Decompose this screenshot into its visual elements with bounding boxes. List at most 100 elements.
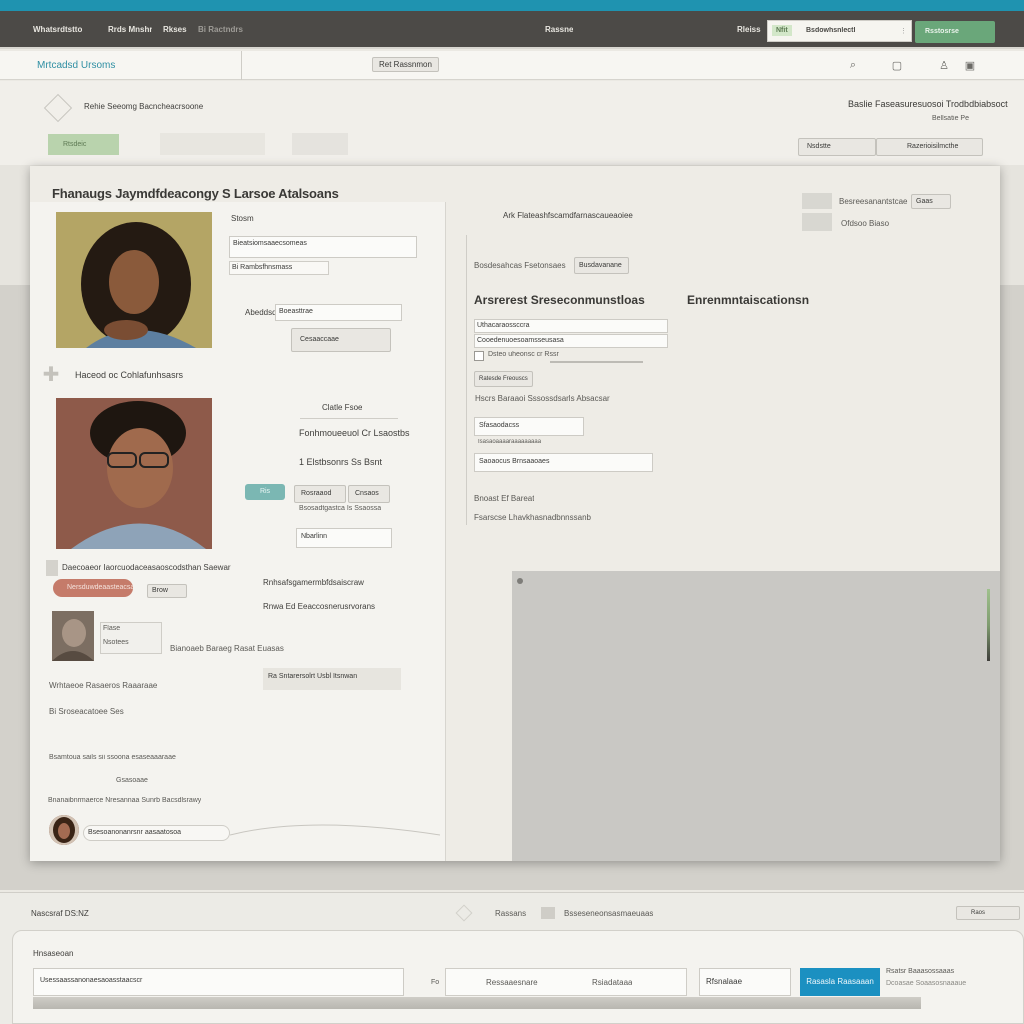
search-tag: Nfit xyxy=(772,25,792,36)
profile1-row-input[interactable]: Boeasttrae xyxy=(275,304,402,321)
tab-active[interactable]: Ret Rassnmon xyxy=(372,57,439,72)
footer-mid-label: Fo xyxy=(431,979,440,986)
footer-crumb-1[interactable]: Rassans xyxy=(495,909,526,918)
profile1-field-2[interactable]: Bi Rambsfhnsmass xyxy=(229,261,329,275)
mid-field-1[interactable]: Uthacaraossccra xyxy=(474,319,668,333)
divider xyxy=(300,418,398,419)
mid-label-b: Fsarscse Lhavkhasnadbnnssanb xyxy=(474,513,591,522)
footer-card-title: Hnsaseoan xyxy=(33,949,74,958)
settings-icon[interactable]: ▣ xyxy=(962,57,978,73)
footer-input[interactable]: Usessaassanonaesaoasstaacscr xyxy=(33,968,404,996)
header-button-b[interactable]: Razerioisilmcthe xyxy=(876,138,983,156)
mid-field-4[interactable]: Saoaocus Brnsaaoaes xyxy=(474,453,653,472)
lower-line-1: Daecoaeor Iaorcuodaceasaoscodsthan Saewa… xyxy=(62,563,231,572)
horizontal-scrollbar[interactable] xyxy=(33,997,921,1009)
menu-item-2[interactable]: Rkses xyxy=(163,25,187,34)
mid-title: Ark Flateashfscamdfarnascaueaoiee xyxy=(503,211,633,220)
mid-field-2[interactable]: Cooedenuoesoamsseusasa xyxy=(474,334,668,348)
menu-item-3[interactable]: Bi Ractndrs xyxy=(198,25,243,34)
secondary-nav-bar: Mrtcadsd Ursoms Ret Rassnmon ⌕ ▢ ♙ ▣ xyxy=(0,51,1024,80)
mini-card-tag-2: Nsotees xyxy=(103,639,129,646)
profile-photo-2 xyxy=(56,398,212,549)
mid-heading-2: Enrenmntaiscationsn xyxy=(687,293,810,307)
mini-card[interactable]: Flase Nsotees xyxy=(100,622,162,654)
top-app-bar: Whatsrdtstto Rrds Mnshr Rkses Bi Ractndr… xyxy=(0,11,1024,49)
profile2-line-1: Fonhmoueeuol Cr Lsaostbs xyxy=(299,428,410,438)
scrollbar[interactable] xyxy=(987,589,990,661)
mid-field-3[interactable]: Sfasaodacss xyxy=(474,417,584,436)
lower-tag[interactable]: Brow xyxy=(147,584,187,598)
avatar-label[interactable]: Bsesoanonanrsnr aasaatosoa xyxy=(83,825,230,841)
lower-badge[interactable]: Ra Sntarersolrt Usbl Itsnwan xyxy=(263,668,401,690)
page-header: Rehie Seeomg Bacncheacrsoone Rtsdeic Bas… xyxy=(0,81,1024,165)
lower-item-2: Bi Sroseacatoee Ses xyxy=(49,707,124,716)
profile2-chip-2[interactable]: Cnsaos xyxy=(348,485,390,503)
mid-heading: Arsrerest Sreseconmunstloas xyxy=(474,293,645,307)
footer-box-c[interactable]: Rfsnalaae xyxy=(699,968,791,996)
profile2-tag[interactable]: Ris xyxy=(245,484,285,500)
profile2-chip-1[interactable]: Rosraaod xyxy=(294,485,346,503)
profile1-field-1[interactable]: Bieatsiomsaaecsomeas xyxy=(229,236,417,258)
profile2-field[interactable]: Nbarlinn xyxy=(296,528,392,548)
plus-icon[interactable]: ✚ xyxy=(38,356,64,392)
menu-item-1[interactable]: Rrds Mnshr xyxy=(108,25,152,34)
crumb-separator-icon xyxy=(541,907,555,919)
mid-chip-a[interactable]: Bosdesahcas Fsetonsaes xyxy=(474,261,566,270)
slider-track[interactable] xyxy=(550,361,643,363)
lower-item-1: Wrhtaeoe Rasaeros Raaaraae xyxy=(49,681,158,690)
profile1-label: Stosm xyxy=(231,214,254,223)
search-button[interactable]: Rsstosrse xyxy=(915,21,995,43)
lower-list-2: Gsasoaae xyxy=(116,777,148,784)
brand-label[interactable]: Mrtcadsd Ursoms xyxy=(37,60,115,71)
footer-primary-button[interactable]: Rasasla Raasaaan xyxy=(800,968,880,996)
mini-card-tag: Flase xyxy=(103,625,121,632)
app-name: Whatsrdtstto xyxy=(33,25,83,34)
left-action-button[interactable]: Rtsdeic xyxy=(48,134,119,155)
search-dropdown-icon[interactable]: ⋮ xyxy=(900,27,907,35)
divider xyxy=(241,51,242,80)
breadcrumb: Rehie Seeomg Bacncheacrsoone xyxy=(84,102,204,111)
calendar-icon[interactable]: ▢ xyxy=(889,57,905,73)
profile1-row-label: Abeddsd xyxy=(245,308,277,317)
right-row-2: Ofdsoo Biaso xyxy=(841,219,890,228)
checkbox-label: Dsteo uheonsc cr Rssr xyxy=(488,351,559,358)
lower-pill[interactable]: Nersduwdeaasteacsa xyxy=(53,579,133,597)
blurred-control xyxy=(160,133,265,155)
footer-side-text-1: Rsatsr Baaasossaaas xyxy=(886,968,955,975)
footer-right-button[interactable]: Raos xyxy=(956,906,1020,920)
user-icon[interactable]: ♙ xyxy=(936,57,952,73)
mid-label-a: Bnoast Ef Bareat xyxy=(474,494,535,503)
lower-list-1: Bsamtoua sails sii ssoona esaseaaaraae xyxy=(49,754,176,761)
right-swatch-2[interactable] xyxy=(802,213,832,231)
footer-label: Nascsraf DS:NZ xyxy=(31,909,89,918)
right-swatch-1[interactable] xyxy=(802,193,832,209)
lower-right-2: Rnwa Ed Eeaccosnerusrvorans xyxy=(263,602,376,611)
mid-chip-b[interactable]: Busdavanane xyxy=(574,257,629,274)
decorative-curve xyxy=(230,824,440,836)
profile2-line-2: 1 Elstbsonrs Ss Bsnt xyxy=(299,457,383,467)
checkbox[interactable] xyxy=(474,351,484,361)
diamond-icon xyxy=(43,93,73,123)
footer-box-group[interactable]: Ressaaesnare Rsiadataaa xyxy=(445,968,687,996)
profile1-button[interactable]: Cesaaccaae xyxy=(291,328,391,352)
search-input[interactable]: Nfit Bsdowhsnlectl ⋮ xyxy=(767,20,912,42)
top-accent-strip xyxy=(0,0,1024,11)
footer-crumb-2[interactable]: Bsseseneonsasmaeuaas xyxy=(564,909,653,918)
profile2-line-3: Bsosadtgastca Is Ssaossa xyxy=(299,505,382,512)
lower-list-3: Bnanaibnrmaerce Nresannaa Sunrb Bacsdlsr… xyxy=(48,797,202,804)
section2-title: Haceod oc Cohlafunhsasrs xyxy=(75,370,184,380)
dot-icon xyxy=(517,578,523,584)
preview-area[interactable] xyxy=(512,571,1000,861)
diamond-icon xyxy=(455,904,473,922)
search-icon[interactable]: ⌕ xyxy=(845,57,861,73)
footer-box-a: Ressaaesnare xyxy=(486,978,538,987)
header-button-a[interactable]: Nsdstte xyxy=(798,138,876,156)
header-right-subtitle: Bellsatie Pe xyxy=(932,115,969,122)
right-row-button[interactable]: Gaas xyxy=(911,194,951,209)
mid-small-button[interactable]: Ratesde Freouscs xyxy=(474,371,533,387)
profile2-title: Clatle Fsoe xyxy=(322,403,363,412)
right-row-1: Besreesanantstcae xyxy=(839,197,908,206)
avatar[interactable] xyxy=(49,815,79,845)
profile-photo-1 xyxy=(56,212,212,348)
mid-sub: Isasaoaaaaraaaaaaaaa xyxy=(478,439,542,445)
